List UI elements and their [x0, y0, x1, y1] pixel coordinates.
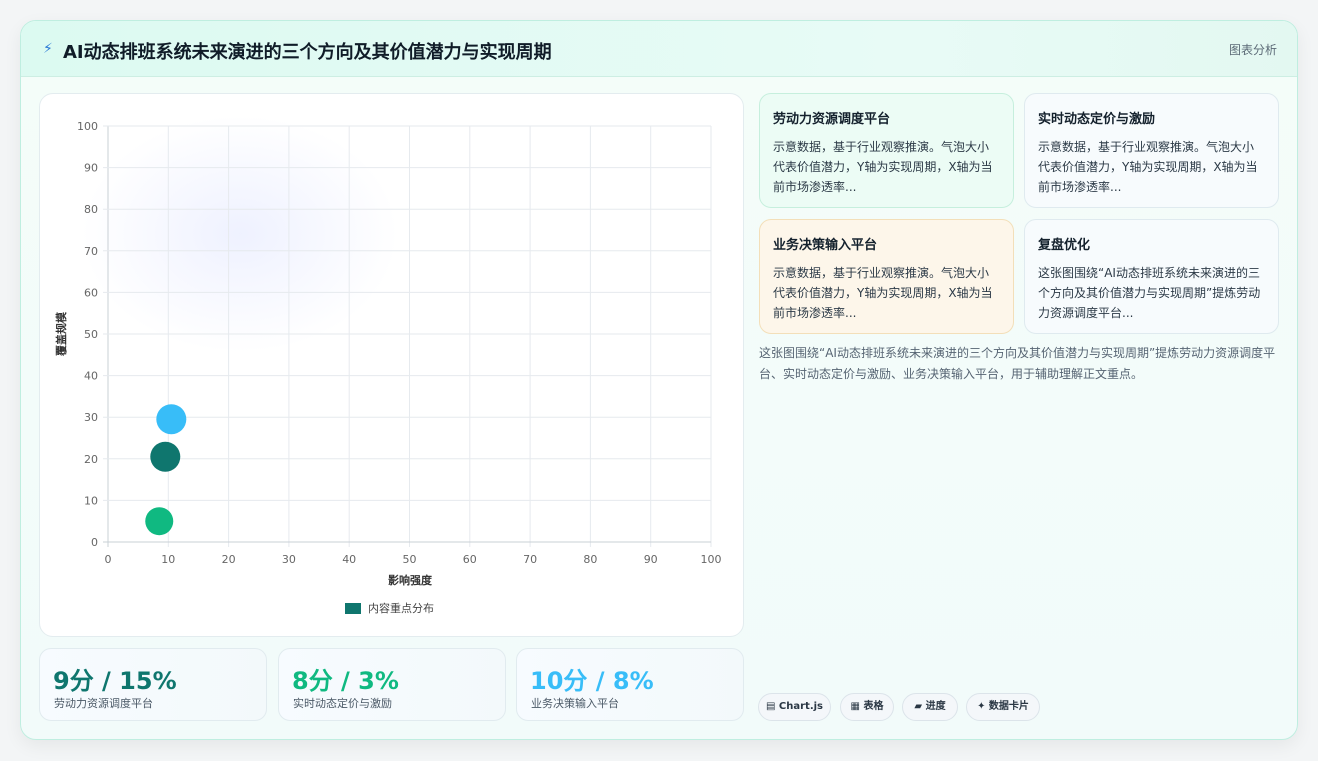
info-card-title: 业务决策输入平台 — [773, 238, 878, 253]
x-tick-label: 60 — [463, 553, 477, 566]
x-tick-label: 40 — [342, 553, 356, 566]
info-card-decision: 业务决策输入平台 示意数据，基于行业观察推演。气泡大小代表价值潜力，Y轴为实现周… — [759, 219, 1014, 334]
legend[interactable]: 内容重点分布 — [345, 601, 434, 615]
axis-ticks: 0 10 20 30 40 50 60 70 80 90 100 0 10 20 30 40 50 60 70 80 9… — [77, 120, 722, 566]
y-tick-label: 40 — [84, 370, 98, 383]
y-axis-label: 覆盖规模 — [54, 311, 68, 356]
header-bar: ⚡ AI动态排班系统未来演进的三个方向及其价值潜力与实现周期 图表分析 — [21, 21, 1297, 77]
chart-panel: 0 10 20 30 40 50 60 70 80 90 100 0 10 20 30 40 50 60 70 80 9… — [39, 93, 744, 637]
chip-chartjs[interactable]: ▤ Chart.js — [758, 693, 831, 721]
summary-text: 这张图围绕“AI动态排班系统未来演进的三个方向及其价值潜力与实现周期”提炼劳动力… — [759, 346, 1276, 381]
y-tick-label: 90 — [84, 162, 98, 175]
info-card-body: 示意数据，基于行业观察推演。气泡大小代表价值潜力，Y轴为实现周期，X轴为当前市场… — [773, 140, 993, 194]
grid — [103, 125, 712, 547]
bubble-point — [150, 441, 181, 472]
chip-data-card[interactable]: ✦ 数据卡片 — [966, 693, 1040, 721]
y-tick-label: 80 — [84, 203, 98, 216]
kpi-label: 业务决策输入平台 — [531, 697, 619, 710]
x-tick-label: 90 — [644, 553, 658, 566]
bubble-chart: 0 10 20 30 40 50 60 70 80 90 100 0 10 20 30 40 50 60 70 80 9… — [54, 120, 722, 615]
info-card-body: 示意数据，基于行业观察推演。气泡大小代表价值潜力，Y轴为实现周期，X轴为当前市场… — [773, 266, 993, 320]
kpi-card-decision: 10分 / 8% 业务决策输入平台 — [516, 648, 744, 721]
bubble-point — [145, 507, 174, 536]
lightning-icon: ⚡ — [43, 41, 53, 57]
y-tick-label: 50 — [84, 328, 98, 341]
page-title: AI动态排班系统未来演进的三个方向及其价值潜力与实现周期 — [63, 42, 552, 63]
kpi-label: 劳动力资源调度平台 — [54, 697, 153, 710]
y-tick-label: 30 — [84, 411, 98, 424]
info-card-title: 实时动态定价与激励 — [1038, 112, 1156, 127]
x-tick-label: 10 — [161, 553, 175, 566]
y-tick-label: 20 — [84, 453, 98, 466]
kpi-value: 8分 / 3% — [292, 667, 399, 695]
y-tick-label: 70 — [84, 245, 98, 258]
x-tick-label: 20 — [222, 553, 236, 566]
kpi-value: 9分 / 15% — [53, 667, 177, 695]
data-points — [145, 404, 187, 536]
info-card-title: 复盘优化 — [1038, 238, 1091, 253]
x-tick-label: 0 — [105, 553, 112, 566]
kpi-card-pricing: 8分 / 3% 实时动态定价与激励 — [278, 648, 506, 721]
info-card-labor: 劳动力资源调度平台 示意数据，基于行业观察推演。气泡大小代表价值潜力，Y轴为实现… — [759, 93, 1014, 208]
x-tick-label: 70 — [523, 553, 537, 566]
info-card-title: 劳动力资源调度平台 — [773, 112, 891, 127]
chip-table[interactable]: ▦ 表格 — [840, 693, 894, 721]
chart-analysis-tag: 图表分析 — [1228, 43, 1277, 57]
x-axis-label: 影响强度 — [388, 573, 433, 587]
y-tick-label: 100 — [77, 120, 98, 133]
bubble-point — [156, 404, 187, 435]
x-tick-label: 50 — [403, 553, 417, 566]
y-tick-label: 10 — [84, 494, 98, 507]
y-tick-label: 60 — [84, 286, 98, 299]
legend-label: 内容重点分布 — [368, 601, 434, 615]
x-tick-label: 30 — [282, 553, 296, 566]
info-card-pricing: 实时动态定价与激励 示意数据，基于行业观察推演。气泡大小代表价值潜力，Y轴为实现… — [1024, 93, 1279, 208]
y-tick-label: 0 — [91, 536, 98, 549]
info-card-body: 这张图围绕“AI动态排班系统未来演进的三个方向及其价值潜力与实现周期”提炼劳动力… — [1038, 266, 1261, 320]
x-tick-label: 80 — [583, 553, 597, 566]
info-card-review: 复盘优化 这张图围绕“AI动态排班系统未来演进的三个方向及其价值潜力与实现周期”… — [1024, 219, 1279, 334]
x-tick-label: 100 — [701, 553, 722, 566]
chip-progress[interactable]: ▰ 进度 — [902, 693, 958, 721]
kpi-card-labor: 9分 / 15% 劳动力资源调度平台 — [39, 648, 267, 721]
kpi-label: 实时动态定价与激励 — [293, 697, 392, 710]
kpi-value: 10分 / 8% — [530, 667, 654, 695]
dashboard-card: ⚡ AI动态排班系统未来演进的三个方向及其价值潜力与实现周期 图表分析 0 10 2… — [20, 20, 1298, 740]
info-card-body: 示意数据，基于行业观察推演。气泡大小代表价值潜力，Y轴为实现周期，X轴为当前市场… — [1038, 140, 1258, 194]
legend-swatch — [345, 603, 361, 614]
